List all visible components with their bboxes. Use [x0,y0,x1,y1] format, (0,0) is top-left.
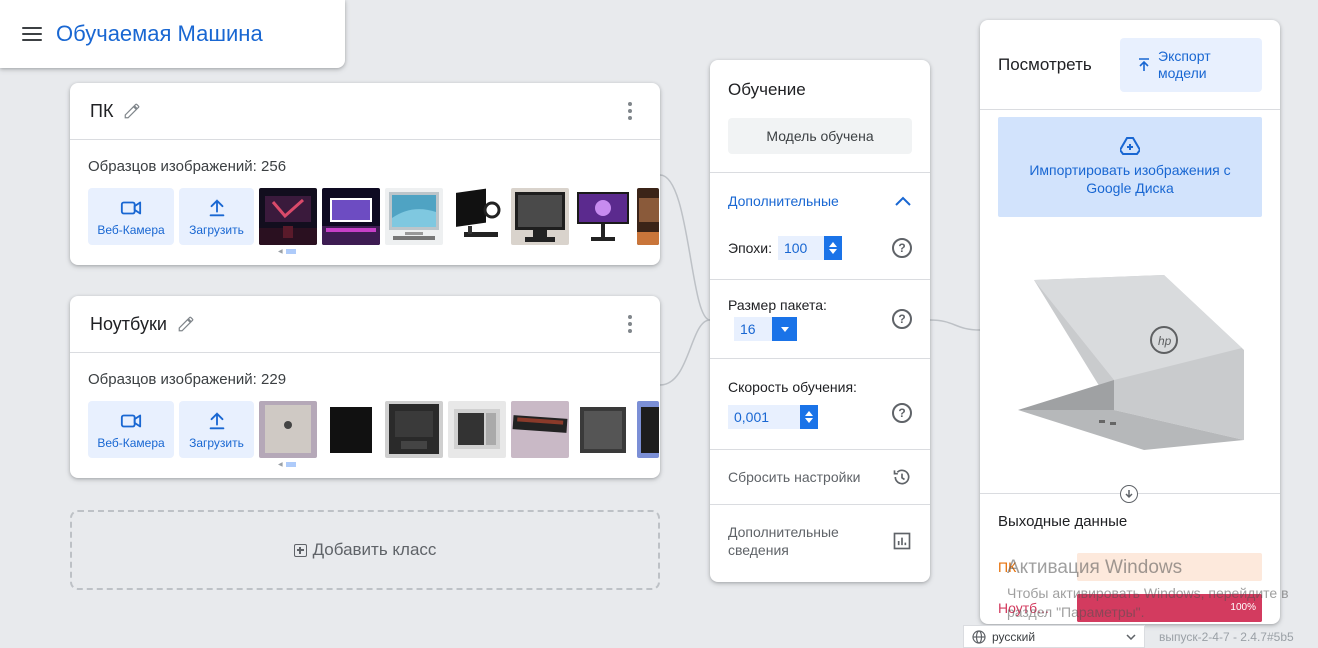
export-model-button[interactable]: Экспорт модели [1120,37,1262,92]
output-label: ПК [998,559,1017,575]
output-row: ПК [998,553,1262,581]
add-box-icon [293,543,307,557]
edit-pencil-icon[interactable] [123,102,141,120]
menu-icon[interactable] [22,27,42,41]
samples-count: Образцов изображений: 229 [88,371,287,388]
bar-chart-icon [893,532,911,550]
sample-thumbnail[interactable] [385,401,443,458]
webcam-button[interactable]: Веб-Камера [88,188,174,245]
drive-label: Импортировать изображения с Google Диска [1029,162,1231,196]
output-label: Ноутб... [998,600,1049,616]
export-label: Экспорт модели [1158,47,1211,81]
import-drive-button[interactable]: Импортировать изображения с Google Диска [998,117,1262,217]
video-camera-icon [120,201,142,214]
learning-rate-value[interactable]: 0,001 [728,405,800,429]
help-icon[interactable]: ? [892,238,912,258]
app-header: Обучаемая Машина [0,0,345,68]
learning-rate-row: Скорость обучения: 0,001 ? [710,359,930,449]
video-camera-icon [120,414,142,427]
webcam-label: Веб-Камера [97,435,165,450]
epochs-label: Эпохи: [728,240,772,256]
class-name[interactable]: ПК [90,101,113,122]
upload-icon [209,411,224,429]
sample-thumbnail[interactable] [511,188,569,245]
training-title: Обучение [728,80,806,99]
batch-size-value[interactable]: 16 [734,317,772,341]
advanced-toggle[interactable]: Дополнительные [710,173,930,229]
more-options-icon[interactable] [620,102,640,120]
sample-thumbnail[interactable] [448,188,506,245]
sample-thumbnail[interactable] [322,401,380,458]
upload-button[interactable]: Загрузить [179,188,254,245]
version-text: выпуск-2-4-7 - 2.4.7#5b5 [1159,630,1294,644]
output-bar [1077,553,1262,581]
upload-label: Загрузить [189,222,244,237]
language-select[interactable]: русский [963,625,1145,648]
reset-label: Сбросить настройки [728,469,861,485]
batch-size-select[interactable]: 16 [734,317,797,341]
samples-count: Образцов изображений: 256 [88,158,287,175]
help-icon[interactable]: ? [892,403,912,423]
details-button[interactable]: Дополнительные сведения [710,505,930,577]
learning-rate-stepper[interactable] [800,405,818,429]
preview-image: hp [1018,275,1244,450]
sample-thumbnail[interactable] [511,401,569,458]
sample-thumbnail[interactable] [322,188,380,245]
add-class-button[interactable]: Добавить класс [70,510,660,590]
webcam-button[interactable]: Веб-Камера [88,401,174,458]
details-label: Дополнительные сведения [728,524,839,558]
epochs-row: Эпохи: 100 ? [710,229,930,267]
thumbnail-scrollbar[interactable]: ◀ [278,247,660,255]
output-bar: 100% [1077,594,1262,622]
reset-settings-button[interactable]: Сбросить настройки [710,450,930,504]
edit-pencil-icon[interactable] [177,315,195,333]
thumbnail-scrollbar[interactable]: ◀ [278,460,660,468]
preview-title: Посмотреть [998,54,1092,74]
chevron-down-icon [1126,633,1136,640]
svg-text:hp: hp [1158,334,1172,348]
sample-thumbnail[interactable] [385,188,443,245]
webcam-label: Веб-Камера [97,222,165,237]
output-title: Выходные данные [998,513,1128,530]
sample-thumbnail[interactable] [637,188,659,245]
more-options-icon[interactable] [620,315,640,333]
epochs-input[interactable]: 100 [777,236,842,260]
training-card: Обучение Модель обучена Дополнительные Э… [710,60,930,582]
app-title[interactable]: Обучаемая Машина [56,21,263,47]
sample-thumbnail[interactable] [448,401,506,458]
upload-icon [209,198,224,216]
upload-label: Загрузить [189,435,244,450]
learning-rate-input[interactable]: 0,001 [728,405,818,429]
class-name[interactable]: Ноутбуки [90,314,167,335]
export-icon [1139,57,1149,71]
class-card-pc: ПК Образцов изображений: 256 Веб-Камера … [70,83,660,265]
epochs-stepper[interactable] [823,236,842,260]
google-drive-icon [1120,137,1140,155]
train-model-button[interactable]: Модель обучена [728,118,912,154]
batch-size-row: Размер пакета: 16 ? [710,280,930,358]
history-icon [893,469,910,485]
learning-rate-label: Скорость обучения: [728,379,857,395]
sample-thumbnail[interactable] [574,188,632,245]
output-percent: 100% [1230,602,1256,613]
batch-size-label: Размер пакета: [728,297,827,313]
output-row: Ноутб... 100% [998,594,1262,622]
sample-thumbnail[interactable] [259,188,317,245]
upload-button[interactable]: Загрузить [179,401,254,458]
arrow-down-icon [1120,485,1138,503]
dropdown-icon[interactable] [772,317,797,341]
globe-icon [972,629,986,644]
epochs-value[interactable]: 100 [777,236,824,260]
add-class-label: Добавить класс [312,540,437,559]
sample-thumbnail[interactable] [574,401,632,458]
chevron-up-icon [895,196,911,206]
sample-thumbnail[interactable] [259,401,317,458]
advanced-label: Дополнительные [728,193,839,209]
class-card-laptops: Ноутбуки Образцов изображений: 229 Веб-К… [70,296,660,478]
sample-thumbnail[interactable] [637,401,659,458]
help-icon[interactable]: ? [892,309,912,329]
preview-card: Посмотреть Экспорт модели Импортировать … [980,20,1280,624]
language-value: русский [992,629,1036,644]
